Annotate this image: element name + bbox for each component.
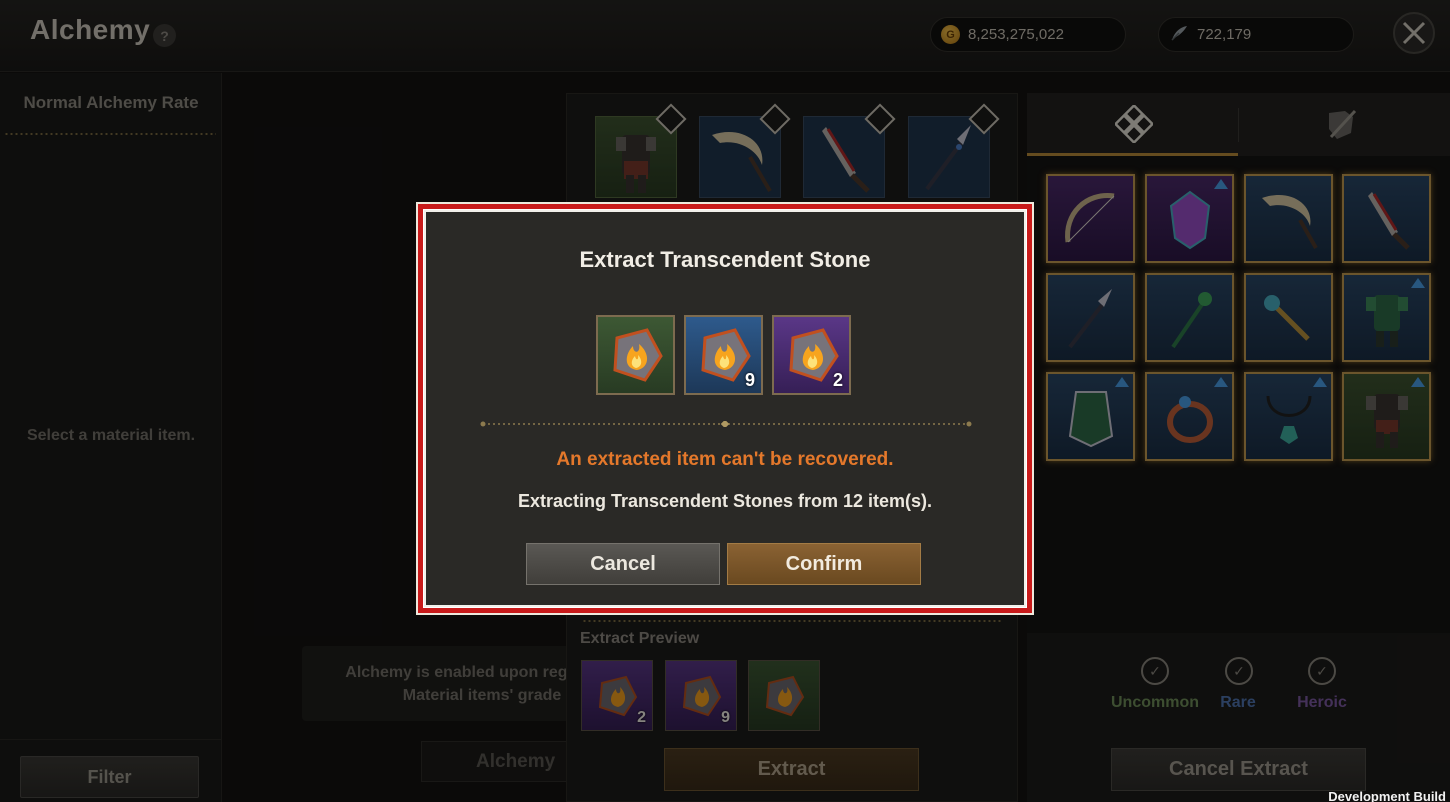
cancel-button[interactable]: Cancel	[526, 543, 720, 585]
divider	[480, 421, 972, 427]
extract-confirm-dialog: Extract Transcendent Stone 9 2 An extrac…	[418, 204, 1032, 613]
stone-count: 9	[744, 370, 755, 390]
extract-description: Extracting Transcendent Stones from 12 i…	[517, 491, 933, 511]
stone-count: 2	[832, 370, 843, 390]
stone-slot-blue: 9	[684, 315, 763, 395]
confirm-button[interactable]: Confirm	[727, 543, 921, 585]
development-build-label: Development Build	[1328, 789, 1446, 802]
stone-slot-green	[596, 315, 675, 395]
warning-message: An extracted item can't be recovered.	[556, 449, 894, 470]
dialog-title: Extract Transcendent Stone	[579, 247, 871, 272]
stone-slot-purple: 2	[772, 315, 851, 395]
